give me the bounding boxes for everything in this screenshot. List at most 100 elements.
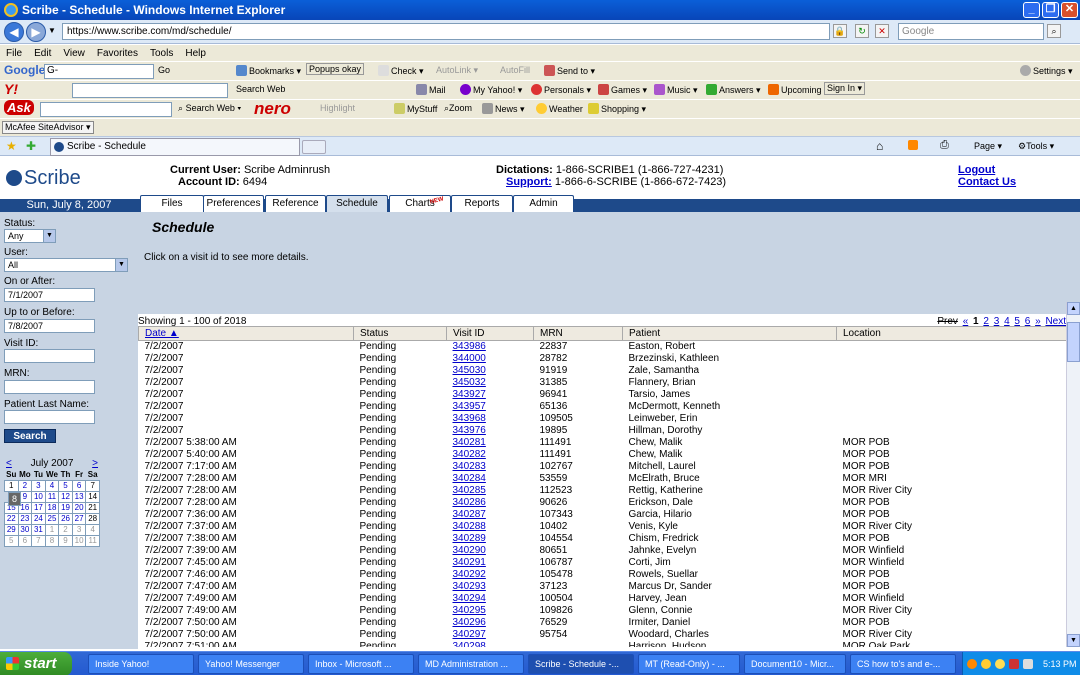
visit-id-link[interactable]: 345032 <box>453 377 486 388</box>
calendar-day[interactable]: 10 <box>71 534 87 547</box>
calendar-day[interactable]: 17 <box>31 501 46 514</box>
tray-icon[interactable] <box>967 659 977 669</box>
task-inbox[interactable]: Inbox - Microsoft ... <box>308 654 414 674</box>
tray-icon[interactable] <box>981 659 991 669</box>
column-header-patient[interactable]: Patient <box>622 326 837 341</box>
calendar-day[interactable]: 30 <box>17 523 33 536</box>
visit-id-link[interactable]: 343957 <box>453 401 486 412</box>
scroll-up-button[interactable]: ▲ <box>1067 302 1080 315</box>
visit-id-link[interactable]: 340287 <box>453 509 486 520</box>
task-document10[interactable]: Document10 - Micr... <box>744 654 846 674</box>
speaker-icon[interactable] <box>1023 659 1033 669</box>
music-button[interactable]: Music ▾ <box>654 84 698 96</box>
tab-charts[interactable]: Charts NEW <box>389 195 451 212</box>
search-icon[interactable]: ⌕ <box>1047 24 1061 38</box>
column-header-mrn[interactable]: MRN <box>533 326 623 341</box>
calendar-day[interactable]: 10 <box>31 490 46 503</box>
browser-tab[interactable]: Scribe - Schedule <box>50 138 300 156</box>
visit-id-link[interactable]: 340295 <box>453 605 486 616</box>
visit-id-input[interactable] <box>4 349 95 363</box>
yahoo-mail-button[interactable]: Mail <box>416 84 446 95</box>
calendar-day[interactable]: 29 <box>4 523 19 536</box>
calendar-day[interactable]: 8 <box>8 491 21 506</box>
mrn-input[interactable] <box>4 380 95 394</box>
visit-id-link[interactable]: 344000 <box>453 353 486 364</box>
column-header-location[interactable]: Location <box>836 326 1066 341</box>
visit-id-link[interactable]: 345030 <box>453 365 486 376</box>
search-input[interactable]: Google <box>898 23 1044 40</box>
visit-id-link[interactable]: 340294 <box>453 593 486 604</box>
tools-menu[interactable]: ⚙Tools ▾ <box>1018 141 1054 152</box>
sign-in-button[interactable]: Sign In ▾ <box>824 82 866 95</box>
task-mt-read-only[interactable]: MT (Read-Only) - ... <box>638 654 740 674</box>
mystuff-button[interactable]: MyStuff <box>394 103 437 114</box>
tab-files[interactable]: Files <box>140 195 204 212</box>
calendar-day[interactable]: 3 <box>71 523 87 536</box>
calendar-day[interactable]: 5 <box>4 534 19 547</box>
yahoo-search-input[interactable] <box>72 83 228 98</box>
back-button[interactable]: ◀ <box>4 22 24 42</box>
minimize-button[interactable]: _ <box>1023 2 1040 18</box>
google-search-input[interactable]: G- <box>44 64 154 79</box>
autofill-button[interactable]: AutoFill <box>500 65 530 75</box>
visit-id-link[interactable]: 340293 <box>453 581 486 592</box>
contact-us-link[interactable]: Contact Us <box>958 176 1016 188</box>
calendar-day[interactable]: 20 <box>71 501 87 514</box>
tab-reports[interactable]: Reports <box>451 195 513 212</box>
autolink-button[interactable]: AutoLink ▾ <box>436 65 478 76</box>
visit-id-link[interactable]: 340291 <box>453 557 486 568</box>
calendar-day[interactable]: 18 <box>44 501 60 514</box>
visit-id-link[interactable]: 340284 <box>453 473 486 484</box>
calendar-day[interactable]: 11 <box>44 490 60 503</box>
calendar-day[interactable]: 13 <box>71 490 87 503</box>
calendar-day[interactable]: 8 <box>44 534 60 547</box>
task-inside-yahoo[interactable]: Inside Yahoo! <box>88 654 194 674</box>
status-select[interactable]: Any ▼ <box>4 229 56 243</box>
settings-button[interactable]: Settings ▾ <box>1020 65 1073 77</box>
add-favorite-icon[interactable]: ✚ <box>26 139 36 153</box>
tray-icon[interactable] <box>1009 659 1019 669</box>
upcoming-button[interactable]: Upcoming <box>768 84 822 95</box>
calendar-day[interactable]: 1 <box>4 479 19 492</box>
calendar-day[interactable]: 3 <box>31 479 46 492</box>
history-dropdown-icon[interactable]: ▼ <box>48 26 56 35</box>
visit-id-link[interactable]: 340290 <box>453 545 486 556</box>
visit-id-link[interactable]: 340289 <box>453 533 486 544</box>
personals-button[interactable]: Personals ▾ <box>531 84 591 96</box>
task-cs-howtos[interactable]: CS how to's and e-... <box>850 654 956 674</box>
visit-id-link[interactable]: 343986 <box>453 341 486 352</box>
calendar-day[interactable]: 4 <box>44 479 60 492</box>
calendar-day[interactable]: 26 <box>58 512 73 525</box>
feeds-icon[interactable] <box>908 140 918 150</box>
calendar-day[interactable]: 24 <box>31 512 46 525</box>
menu-file[interactable]: File <box>6 48 22 59</box>
calendar-day[interactable]: 22 <box>4 512 19 525</box>
visit-id-link[interactable]: 340285 <box>453 485 486 496</box>
popups-button[interactable]: Popups okay <box>306 63 365 75</box>
column-header-date[interactable]: Date ▲ <box>138 326 354 341</box>
menu-favorites[interactable]: Favorites <box>97 48 138 59</box>
page-menu[interactable]: Page ▾ <box>974 141 1002 152</box>
visit-id-link[interactable]: 343976 <box>453 425 486 436</box>
maximize-button[interactable]: ❐ <box>1042 2 1059 18</box>
lock-icon[interactable]: 🔒 <box>833 24 847 38</box>
calendar-day[interactable]: 23 <box>17 512 33 525</box>
calendar-day[interactable]: 11 <box>85 534 100 547</box>
menu-tools[interactable]: Tools <box>150 48 173 59</box>
visit-id-link[interactable]: 340292 <box>453 569 486 580</box>
calendar-day[interactable]: 6 <box>17 534 33 547</box>
highlight-button[interactable]: Highlight <box>320 103 355 113</box>
tab-preferences[interactable]: Preferences <box>203 195 264 212</box>
calendar-day[interactable]: 4 <box>85 523 100 536</box>
patient-last-name-input[interactable] <box>4 410 95 424</box>
calendar-day[interactable]: 5 <box>58 479 73 492</box>
visit-id-link[interactable]: 340296 <box>453 617 486 628</box>
tab-admin[interactable]: Admin <box>513 195 574 212</box>
column-header-status[interactable]: Status <box>353 326 447 341</box>
search-button[interactable]: Search <box>4 429 56 443</box>
favorites-star-icon[interactable]: ★ <box>6 139 17 153</box>
up-to-or-before-input[interactable]: 7/8/2007 <box>4 319 95 333</box>
vertical-scrollbar[interactable]: ▲ ▼ <box>1066 302 1080 647</box>
tab-schedule[interactable]: Schedule <box>326 195 388 212</box>
visit-id-link[interactable]: 340282 <box>453 449 486 460</box>
